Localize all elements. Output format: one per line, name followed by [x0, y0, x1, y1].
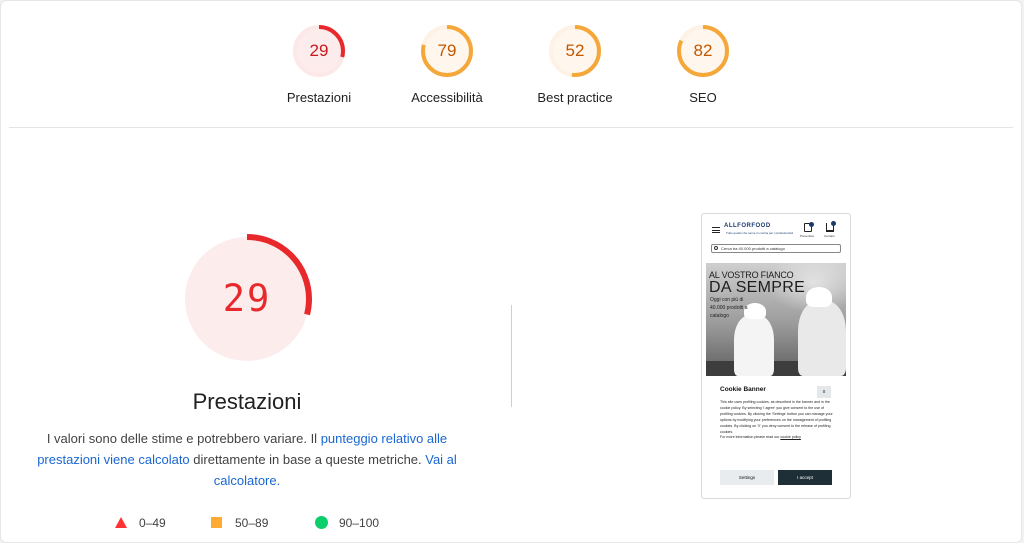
gauge-ring: 52 — [547, 23, 603, 79]
gauge-ring: 29 — [291, 23, 347, 79]
search-icon — [714, 246, 718, 250]
score-legend: 0–49 50–89 90–100 — [1, 514, 501, 532]
circle-icon — [315, 516, 328, 529]
section-divider — [9, 127, 1013, 128]
gauge-label: SEO — [689, 90, 717, 105]
close-icon: x — [817, 386, 831, 398]
hero-banner: AL VOSTRO FIANCO DA SEMPRE Oggi con più … — [706, 263, 846, 376]
legend-label: 50–89 — [235, 516, 269, 530]
section-title: Prestazioni — [192, 389, 302, 414]
cart-icon — [826, 221, 836, 232]
chef-figure — [798, 301, 846, 376]
quote-caption: Preventivo — [800, 234, 815, 238]
cart-caption: Carrello — [824, 234, 835, 238]
gauge-label: Accessibilità — [411, 90, 483, 105]
chef-hat — [806, 287, 832, 307]
description-text: I valori sono delle stime e potrebbero v… — [46, 431, 321, 446]
site-header: ALLFORFOOD Tutto quello che serve in cuc… — [702, 214, 850, 242]
page-screenshot[interactable]: ALLFORFOOD Tutto quello che serve in cuc… — [701, 213, 851, 499]
settings-button: Settings — [720, 470, 774, 485]
gauge-seo[interactable]: 82 SEO — [639, 23, 767, 105]
cookie-title: Cookie Banner — [720, 386, 766, 393]
search-placeholder: Cerca tra 40.000 prodotti a catalogo — [721, 246, 785, 251]
quote-icon — [804, 222, 814, 232]
performance-gauge-large: 29 — [179, 231, 315, 367]
square-icon — [211, 517, 222, 528]
hero-line-2: DA SEMPRE — [709, 279, 806, 296]
gauge-performance[interactable]: 29 Prestazioni — [255, 23, 383, 105]
menu-icon — [712, 227, 720, 233]
chef-figure — [734, 315, 774, 376]
cookie-text: This site uses profiling cookies, as des… — [720, 400, 835, 441]
site-search: Cerca tra 40.000 prodotti a catalogo — [711, 244, 841, 253]
gauge-best-practice[interactable]: 52 Best practice — [511, 23, 639, 105]
gauge-score: 29 — [309, 41, 329, 60]
gauge-accessibility[interactable]: 79 Accessibilità — [383, 23, 511, 105]
score-gauges: 29 Prestazioni 79 Accessibilità 52 Best … — [1, 23, 1021, 113]
triangle-icon — [115, 517, 127, 528]
report-card: 29 Prestazioni 79 Accessibilità 52 Best … — [0, 0, 1022, 543]
description-text: direttamente in base a queste metriche. — [189, 452, 426, 467]
gauge-ring: 82 — [675, 23, 731, 79]
site-tagline: Tutto quello che serve in cucina per i p… — [726, 231, 794, 235]
cookie-more: For more information please read our — [720, 435, 781, 440]
score-description: I valori sono delle stime e potrebbero v… — [31, 428, 463, 491]
legend-label: 0–49 — [139, 516, 166, 530]
gauge-score: 79 — [437, 41, 457, 60]
large-gauge-score: 29 — [222, 277, 272, 320]
legend-label: 90–100 — [339, 516, 380, 530]
gauge-label: Best practice — [537, 90, 613, 105]
site-logo: ALLFORFOOD — [724, 223, 771, 229]
gauge-label: Prestazioni — [286, 90, 352, 105]
cookie-policy-link: cookie policy — [780, 435, 801, 440]
accept-button: I accept — [778, 470, 832, 485]
vertical-separator — [511, 305, 512, 407]
cookie-banner: Cookie Banner x This site uses profiling… — [706, 378, 846, 498]
gauge-ring: 79 — [419, 23, 475, 79]
gauge-score: 52 — [565, 41, 585, 60]
gauge-score: 82 — [693, 41, 713, 60]
cookie-body: This site uses profiling cookies, as des… — [720, 400, 833, 434]
hero-line-3: Oggi con più di 40.000 prodotti a catalo… — [710, 297, 748, 319]
